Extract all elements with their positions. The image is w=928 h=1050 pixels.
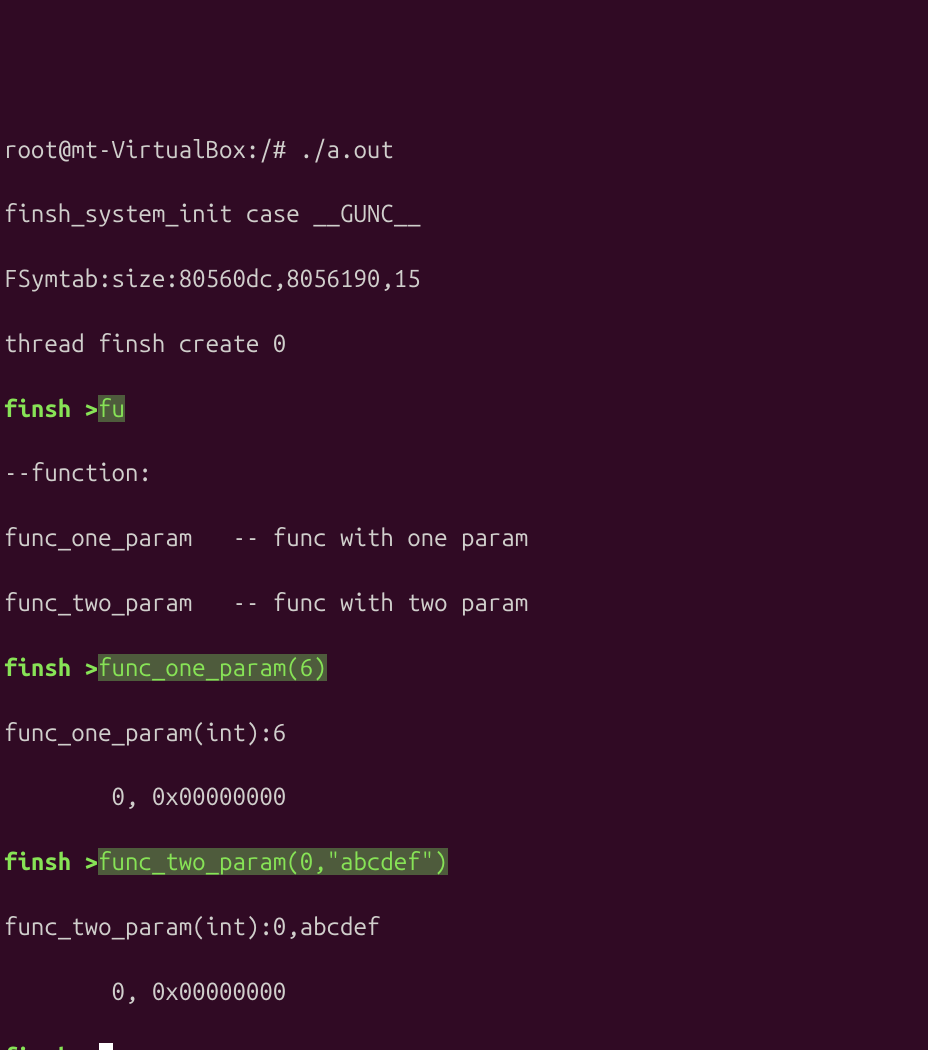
terminal-line-output: func_one_param(int):6 [4,717,924,749]
user-input: func_two_param(0,"abcdef") [98,848,447,875]
terminal-line-output: thread finsh create 0 [4,328,924,360]
prompt-text: finsh > [4,395,98,422]
terminal-line-output: func_two_param -- func with two param [4,587,924,619]
terminal-line-output: --function: [4,457,924,489]
terminal-line-output: func_two_param(int):0,abcdef [4,911,924,943]
prompt-text: finsh > [4,654,98,681]
terminal-line-output: func_one_param -- func with one param [4,522,924,554]
terminal-line-output: 0, 0x00000000 [4,781,924,813]
terminal-line-output: FSymtab:size:80560dc,8056190,15 [4,263,924,295]
cursor [99,1043,113,1050]
user-input: func_one_param(6) [98,654,326,681]
terminal-line-prompt[interactable]: finsh > [4,1041,924,1050]
terminal-line-prompt[interactable]: finsh >func_one_param(6) [4,652,924,684]
terminal-line-prompt[interactable]: finsh >func_two_param(0,"abcdef") [4,846,924,878]
terminal-line-output: finsh_system_init case __GUNC__ [4,198,924,230]
prompt-text: finsh > [4,848,98,875]
terminal-line-output: 0, 0x00000000 [4,976,924,1008]
user-input: fu [98,395,125,422]
prompt-text: finsh > [4,1043,98,1050]
terminal-line-prompt[interactable]: finsh >fu [4,393,924,425]
terminal-line-command: root@mt-VirtualBox:/# ./a.out [4,134,924,166]
